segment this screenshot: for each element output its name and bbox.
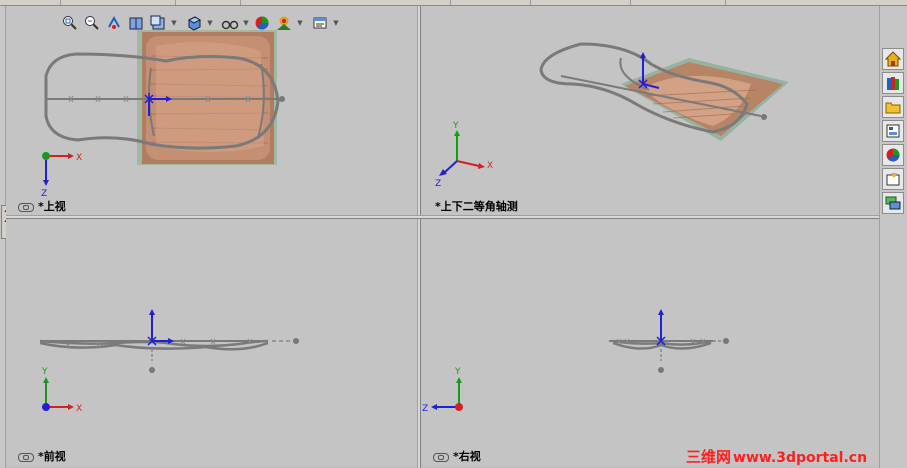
command-bar-segment [240,0,451,5]
viewport-splitter-horizontal[interactable] [6,215,879,219]
task-pane-tabs [879,6,907,468]
custom-properties-icon[interactable] [882,168,904,190]
appearances-icon[interactable] [882,144,904,166]
apply-scene-icon[interactable] [274,13,294,33]
top-view-graphics: X Z [41,30,285,199]
command-bar-segment [175,0,241,5]
endpoint-marker [149,367,155,373]
viewport-label-right[interactable]: *右视 [433,448,481,464]
command-bar-segment [60,0,176,5]
dynamic-annotation-icon[interactable] [148,13,168,33]
coordinate-triad: X Z [41,152,82,199]
dropdown-arrow-icon[interactable]: ▼ [242,13,250,33]
heads-up-view-toolbar: ▼ ▼ ▼ ▼ ▼ [60,12,340,34]
link-views-icon[interactable] [18,202,34,212]
coordinate-triad: Y X Z [435,121,493,189]
viewport-label-top[interactable]: *上视 [18,198,66,214]
viewport-front[interactable]: Y X *前视 [6,219,417,465]
command-bar-segment [0,0,61,5]
command-bar-segment [450,0,531,5]
view-palette-icon[interactable] [882,120,904,142]
origin-marker [656,309,666,346]
front-view-graphics: Y X [39,309,299,414]
hide-show-items-icon[interactable] [220,13,240,33]
viewport-top[interactable]: X Z *上视 [6,6,417,215]
command-bar-segment [630,0,726,5]
dropdown-arrow-icon[interactable]: ▼ [170,13,178,33]
wood-decal-image [621,58,789,141]
file-explorer-icon[interactable] [882,96,904,118]
sketch-outline [609,339,713,350]
viewport-isometric[interactable]: Y X Z *上下二等角轴测 [421,6,879,215]
iso-view-graphics: Y X Z [435,42,789,189]
coordinate-triad: Y Z [422,367,463,414]
link-views-icon[interactable] [18,452,34,462]
endpoint-marker [279,96,285,102]
triad-label-z: Z [435,179,441,189]
viewport-splitter-vertical[interactable] [417,6,421,468]
triad-label-z: Z [422,404,428,414]
dropdown-arrow-icon[interactable]: ▼ [332,13,340,33]
design-library-icon[interactable] [882,72,904,94]
endpoint-marker [723,338,729,344]
endpoint-marker [761,114,767,120]
command-bar-segment [530,0,631,5]
viewport-right[interactable]: Y Z *右视 [421,219,879,465]
origin-marker [147,309,174,346]
viewport-label-front[interactable]: *前视 [18,448,66,464]
endpoint-marker [293,338,299,344]
zoom-to-fit-icon[interactable] [60,13,80,33]
zoom-to-area-icon[interactable] [82,13,102,33]
watermark: 三维网 www.3dportal.cn [686,448,868,466]
triad-label-y: Y [41,367,48,377]
section-view-icon[interactable] [126,13,146,33]
viewport-label-isometric[interactable]: *上下二等角轴测 [435,198,518,214]
view-orientation-icon[interactable] [184,13,204,33]
dropdown-arrow-icon[interactable]: ▼ [206,13,214,33]
triad-label-x: X [76,404,82,414]
home-icon[interactable] [882,48,904,70]
coordinate-triad: Y X [41,367,82,414]
triad-label-y: Y [454,367,461,377]
triad-label-y: Y [452,121,459,131]
endpoint-marker [658,367,664,373]
link-views-icon[interactable] [433,452,449,462]
dropdown-arrow-icon[interactable]: ▼ [296,13,304,33]
view-settings-icon[interactable] [310,13,330,33]
forum-icon[interactable] [882,192,904,214]
right-view-graphics: Y Z [422,309,729,414]
previous-view-icon[interactable] [104,13,124,33]
triad-label-x: X [76,153,82,163]
triad-label-x: X [487,161,493,171]
edit-appearance-icon[interactable] [252,13,272,33]
